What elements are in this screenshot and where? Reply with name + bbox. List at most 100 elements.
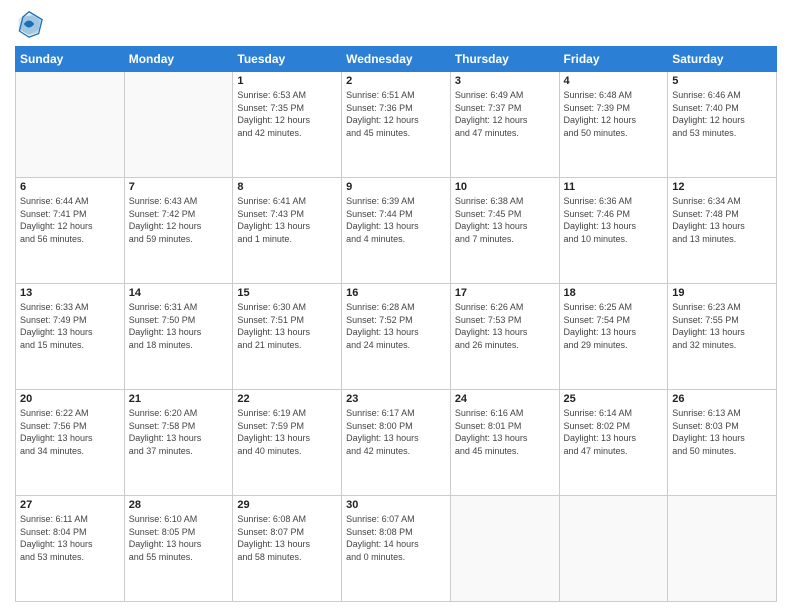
day-cell: 28 Sunrise: 6:10 AM Sunset: 8:05 PM Dayli…	[124, 496, 233, 602]
day-cell: 14 Sunrise: 6:31 AM Sunset: 7:50 PM Dayli…	[124, 284, 233, 390]
day-cell: 18 Sunrise: 6:25 AM Sunset: 7:54 PM Dayli…	[559, 284, 668, 390]
day-number: 24	[455, 393, 555, 405]
calendar-table: SundayMondayTuesdayWednesdayThursdayFrid…	[15, 46, 777, 602]
day-number: 23	[346, 393, 446, 405]
logo	[15, 10, 47, 38]
day-number: 22	[237, 393, 337, 405]
day-detail: Sunrise: 6:13 AM Sunset: 8:03 PM Dayligh…	[672, 407, 772, 457]
day-cell: 21 Sunrise: 6:20 AM Sunset: 7:58 PM Dayli…	[124, 390, 233, 496]
day-cell: 4 Sunrise: 6:48 AM Sunset: 7:39 PM Daylig…	[559, 72, 668, 178]
day-detail: Sunrise: 6:28 AM Sunset: 7:52 PM Dayligh…	[346, 301, 446, 351]
day-detail: Sunrise: 6:20 AM Sunset: 7:58 PM Dayligh…	[129, 407, 229, 457]
day-detail: Sunrise: 6:26 AM Sunset: 7:53 PM Dayligh…	[455, 301, 555, 351]
day-number: 1	[237, 75, 337, 87]
weekday-header-tuesday: Tuesday	[233, 47, 342, 72]
day-number: 4	[564, 75, 664, 87]
day-number: 6	[20, 181, 120, 193]
day-detail: Sunrise: 6:43 AM Sunset: 7:42 PM Dayligh…	[129, 195, 229, 245]
day-detail: Sunrise: 6:49 AM Sunset: 7:37 PM Dayligh…	[455, 89, 555, 139]
day-detail: Sunrise: 6:36 AM Sunset: 7:46 PM Dayligh…	[564, 195, 664, 245]
logo-icon	[15, 10, 43, 38]
day-number: 29	[237, 499, 337, 511]
page: SundayMondayTuesdayWednesdayThursdayFrid…	[0, 0, 792, 612]
day-number: 2	[346, 75, 446, 87]
day-detail: Sunrise: 6:39 AM Sunset: 7:44 PM Dayligh…	[346, 195, 446, 245]
day-number: 15	[237, 287, 337, 299]
weekday-header-monday: Monday	[124, 47, 233, 72]
day-detail: Sunrise: 6:25 AM Sunset: 7:54 PM Dayligh…	[564, 301, 664, 351]
day-cell: 27 Sunrise: 6:11 AM Sunset: 8:04 PM Dayli…	[16, 496, 125, 602]
day-number: 10	[455, 181, 555, 193]
day-detail: Sunrise: 6:31 AM Sunset: 7:50 PM Dayligh…	[129, 301, 229, 351]
day-cell: 16 Sunrise: 6:28 AM Sunset: 7:52 PM Dayli…	[342, 284, 451, 390]
day-detail: Sunrise: 6:33 AM Sunset: 7:49 PM Dayligh…	[20, 301, 120, 351]
day-cell: 12Sunrise: 6:34 AM Sunset: 7:48 PM Dayli…	[668, 178, 777, 284]
day-cell: 2Sunrise: 6:51 AM Sunset: 7:36 PM Daylig…	[342, 72, 451, 178]
week-row-3: 13Sunrise: 6:33 AM Sunset: 7:49 PM Dayli…	[16, 284, 777, 390]
day-number: 30	[346, 499, 446, 511]
day-detail: Sunrise: 6:08 AM Sunset: 8:07 PM Dayligh…	[237, 513, 337, 563]
week-row-1: 1Sunrise: 6:53 AM Sunset: 7:35 PM Daylig…	[16, 72, 777, 178]
day-detail: Sunrise: 6:30 AM Sunset: 7:51 PM Dayligh…	[237, 301, 337, 351]
day-cell: 17 Sunrise: 6:26 AM Sunset: 7:53 PM Dayli…	[450, 284, 559, 390]
day-number: 27	[20, 499, 120, 511]
day-number: 16	[346, 287, 446, 299]
day-number: 5	[672, 75, 772, 87]
day-detail: Sunrise: 6:38 AM Sunset: 7:45 PM Dayligh…	[455, 195, 555, 245]
day-cell: 5 Sunrise: 6:46 AM Sunset: 7:40 PM Daylig…	[668, 72, 777, 178]
day-number: 19	[672, 287, 772, 299]
day-number: 7	[129, 181, 229, 193]
day-detail: Sunrise: 6:46 AM Sunset: 7:40 PM Dayligh…	[672, 89, 772, 139]
day-cell	[668, 496, 777, 602]
day-detail: Sunrise: 6:16 AM Sunset: 8:01 PM Dayligh…	[455, 407, 555, 457]
day-detail: Sunrise: 6:17 AM Sunset: 8:00 PM Dayligh…	[346, 407, 446, 457]
day-detail: Sunrise: 6:19 AM Sunset: 7:59 PM Dayligh…	[237, 407, 337, 457]
day-cell: 24 Sunrise: 6:16 AM Sunset: 8:01 PM Dayli…	[450, 390, 559, 496]
day-detail: Sunrise: 6:07 AM Sunset: 8:08 PM Dayligh…	[346, 513, 446, 563]
day-number: 8	[237, 181, 337, 193]
day-cell: 11 Sunrise: 6:36 AM Sunset: 7:46 PM Dayli…	[559, 178, 668, 284]
week-row-2: 6 Sunrise: 6:44 AM Sunset: 7:41 PM Daylig…	[16, 178, 777, 284]
day-number: 18	[564, 287, 664, 299]
day-detail: Sunrise: 6:44 AM Sunset: 7:41 PM Dayligh…	[20, 195, 120, 245]
day-cell: 30 Sunrise: 6:07 AM Sunset: 8:08 PM Dayli…	[342, 496, 451, 602]
weekday-header-row: SundayMondayTuesdayWednesdayThursdayFrid…	[16, 47, 777, 72]
day-number: 3	[455, 75, 555, 87]
day-cell: 6 Sunrise: 6:44 AM Sunset: 7:41 PM Daylig…	[16, 178, 125, 284]
day-cell: 22 Sunrise: 6:19 AM Sunset: 7:59 PM Dayli…	[233, 390, 342, 496]
day-number: 28	[129, 499, 229, 511]
day-cell: 7 Sunrise: 6:43 AM Sunset: 7:42 PM Daylig…	[124, 178, 233, 284]
day-cell: 26Sunrise: 6:13 AM Sunset: 8:03 PM Dayli…	[668, 390, 777, 496]
weekday-header-wednesday: Wednesday	[342, 47, 451, 72]
day-detail: Sunrise: 6:14 AM Sunset: 8:02 PM Dayligh…	[564, 407, 664, 457]
day-number: 20	[20, 393, 120, 405]
day-cell: 3 Sunrise: 6:49 AM Sunset: 7:37 PM Daylig…	[450, 72, 559, 178]
weekday-header-friday: Friday	[559, 47, 668, 72]
day-cell: 20Sunrise: 6:22 AM Sunset: 7:56 PM Dayli…	[16, 390, 125, 496]
day-number: 17	[455, 287, 555, 299]
day-cell: 1Sunrise: 6:53 AM Sunset: 7:35 PM Daylig…	[233, 72, 342, 178]
day-detail: Sunrise: 6:48 AM Sunset: 7:39 PM Dayligh…	[564, 89, 664, 139]
weekday-header-saturday: Saturday	[668, 47, 777, 72]
weekday-header-sunday: Sunday	[16, 47, 125, 72]
day-cell: 23 Sunrise: 6:17 AM Sunset: 8:00 PM Dayli…	[342, 390, 451, 496]
week-row-4: 20Sunrise: 6:22 AM Sunset: 7:56 PM Dayli…	[16, 390, 777, 496]
day-cell	[450, 496, 559, 602]
day-number: 21	[129, 393, 229, 405]
day-cell: 13Sunrise: 6:33 AM Sunset: 7:49 PM Dayli…	[16, 284, 125, 390]
day-detail: Sunrise: 6:23 AM Sunset: 7:55 PM Dayligh…	[672, 301, 772, 351]
day-number: 11	[564, 181, 664, 193]
day-detail: Sunrise: 6:34 AM Sunset: 7:48 PM Dayligh…	[672, 195, 772, 245]
day-cell: 29 Sunrise: 6:08 AM Sunset: 8:07 PM Dayli…	[233, 496, 342, 602]
day-cell: 10 Sunrise: 6:38 AM Sunset: 7:45 PM Dayli…	[450, 178, 559, 284]
day-number: 14	[129, 287, 229, 299]
day-cell	[124, 72, 233, 178]
day-cell: 8Sunrise: 6:41 AM Sunset: 7:43 PM Daylig…	[233, 178, 342, 284]
day-cell	[559, 496, 668, 602]
day-cell	[16, 72, 125, 178]
week-row-5: 27 Sunrise: 6:11 AM Sunset: 8:04 PM Dayli…	[16, 496, 777, 602]
day-cell: 15 Sunrise: 6:30 AM Sunset: 7:51 PM Dayli…	[233, 284, 342, 390]
day-detail: Sunrise: 6:10 AM Sunset: 8:05 PM Dayligh…	[129, 513, 229, 563]
weekday-header-thursday: Thursday	[450, 47, 559, 72]
day-detail: Sunrise: 6:11 AM Sunset: 8:04 PM Dayligh…	[20, 513, 120, 563]
